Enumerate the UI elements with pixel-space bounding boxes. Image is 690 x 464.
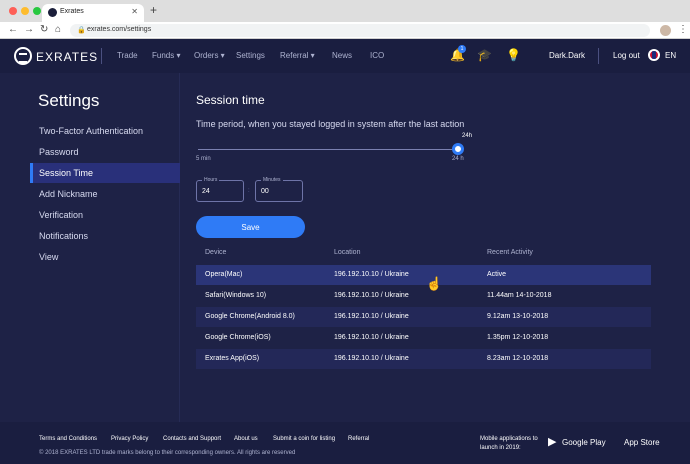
nav-divider [598,48,599,64]
top-navigation: EXRATES Trade Funds ▾ Orders ▾ Settings … [0,39,690,73]
reload-icon[interactable]: ↻ [40,24,48,35]
hours-label: Hours [202,177,220,183]
nav-trade[interactable]: Trade [117,51,138,60]
session-slider-handle[interactable] [452,143,464,155]
activity-cell: 8.23am 12-10-2018 [487,355,549,362]
hours-input[interactable] [202,188,238,195]
sidebar-item-two-factor[interactable]: Two-Factor Authentication [30,121,180,141]
activity-cell: 11.44am 14-10-2018 [487,292,552,299]
notification-badge: 1 [458,45,466,53]
nav-funds[interactable]: Funds ▾ [152,51,180,60]
browser-tab[interactable]: Exrates ✕ [42,4,144,22]
slider-min-label: 5 min [196,156,211,162]
slider-value-label: 24h [462,133,473,139]
settings-sidebar: Settings Two-Factor Authentication Passw… [0,73,180,422]
location-cell: 196.192.10.10 / Ukraine [334,355,409,362]
mobile-apps-text: Mobile applications to launch in 2019: [480,436,538,451]
google-play-label: Google Play [562,438,606,447]
table-row[interactable]: Opera(Mac) 196.192.10.10 / Ukraine Activ… [196,265,651,285]
location-cell: 196.192.10.10 / Ukraine [334,313,409,320]
close-window-button[interactable] [9,7,17,15]
user-name[interactable]: Dark.Dark [549,51,585,60]
sidebar-item-verification[interactable]: Verification [30,205,180,225]
footer-link-privacy[interactable]: Privacy Policy [111,436,148,442]
google-play-icon: ▶ [548,436,557,448]
hours-field[interactable]: Hours [196,177,244,202]
profile-avatar[interactable] [660,25,671,36]
device-cell: Opera(Mac) [205,271,243,278]
save-button[interactable]: Save [196,216,305,238]
table-row[interactable]: Google Chrome(iOS) 196.192.10.10 / Ukrai… [196,328,651,348]
section-title: Session time [196,93,265,107]
address-bar-row: ← → ↻ ⌂ 🔒 exrates.com/settings ⋮ [0,22,690,39]
copyright: © 2018 EXRATES LTD trade marks belong to… [39,450,296,456]
back-icon[interactable]: ← [8,24,18,35]
section-description: Time period, when you stayed logged in s… [196,119,465,129]
table-row[interactable]: Google Chrome(Android 8.0) 196.192.10.10… [196,307,651,327]
language-selector[interactable]: EN [665,51,676,60]
uk-flag-icon[interactable] [648,49,660,61]
maximize-window-button[interactable] [33,7,41,15]
browser-menu-icon[interactable]: ⋮ [678,24,688,35]
device-cell: Exrates App(iOS) [205,355,260,362]
location-cell: 196.192.10.10 / Ukraine [334,271,409,278]
logout-link[interactable]: Log out [613,51,640,60]
nav-divider [101,48,102,64]
minimize-window-button[interactable] [21,7,29,15]
new-tab-icon[interactable]: + [150,3,157,17]
sidebar-item-add-nickname[interactable]: Add Nickname [30,184,180,204]
footer-link-referral[interactable]: Referral [348,436,369,442]
app-root: EXRATES Trade Funds ▾ Orders ▾ Settings … [0,39,690,464]
logo-text[interactable]: EXRATES [36,50,98,64]
sidebar-item-session-time[interactable]: Session Time [30,163,180,183]
app-store-label: App Store [624,438,660,447]
forward-icon[interactable]: → [24,24,34,35]
nav-news[interactable]: News [332,51,352,60]
minutes-input[interactable] [261,188,297,195]
tab-title: Exrates [60,8,84,15]
device-cell: Google Chrome(Android 8.0) [205,313,295,320]
nav-referral[interactable]: Referral ▾ [280,51,315,60]
device-cell: Safari(Windows 10) [205,292,267,299]
location-cell: 196.192.10.10 / Ukraine [334,334,409,341]
location-cell: 196.192.10.10 / Ukraine [334,292,409,299]
graduation-cap-icon[interactable]: 🎓 [477,48,492,62]
footer-link-about[interactable]: About us [234,436,258,442]
table-row[interactable]: Exrates App(iOS) 196.192.10.10 / Ukraine… [196,349,651,369]
footer: Terms and Conditions Privacy Policy Cont… [0,422,690,464]
slider-max-label: 24 h [452,156,464,162]
minutes-field[interactable]: Minutes [255,177,303,202]
field-separator: : [248,188,250,194]
url-field[interactable]: 🔒 exrates.com/settings [70,24,650,37]
activity-cell: 1.35pm 12-10-2018 [487,334,549,341]
favicon-icon [48,8,57,17]
table-row[interactable]: Safari(Windows 10) 196.192.10.10 / Ukrai… [196,286,651,306]
footer-link-submit-coin[interactable]: Submit a coin for listing [273,436,335,442]
lightbulb-icon[interactable]: 💡 [506,48,521,62]
footer-link-contacts[interactable]: Contacts and Support [163,436,221,442]
activity-column-header: Recent Activity [487,249,533,256]
sidebar-item-password[interactable]: Password [30,142,180,162]
sidebar-item-view[interactable]: View [30,247,180,267]
page-title: Settings [38,91,100,110]
lock-icon: 🔒 [77,27,86,34]
nav-orders[interactable]: Orders ▾ [194,51,225,60]
minutes-label: Minutes [261,177,283,183]
footer-link-terms[interactable]: Terms and Conditions [39,436,97,442]
device-cell: Google Chrome(iOS) [205,334,271,341]
device-column-header: Device [205,249,227,256]
activity-cell: 9.12am 13-10-2018 [487,313,549,320]
browser-tab-bar: Exrates ✕ + [0,0,690,22]
activity-cell: Active [487,271,507,278]
home-icon[interactable]: ⌂ [55,24,61,35]
nav-settings[interactable]: Settings [236,51,265,60]
location-column-header: Location [334,249,361,256]
hand-cursor-icon: ☝ [426,276,443,291]
session-slider-track[interactable] [198,149,458,150]
logo-icon[interactable] [14,47,32,65]
nav-ico[interactable]: ICO [370,51,384,60]
url-text: exrates.com/settings [87,26,152,33]
close-tab-icon[interactable]: ✕ [131,7,138,16]
sidebar-item-notifications[interactable]: Notifications [30,226,180,246]
